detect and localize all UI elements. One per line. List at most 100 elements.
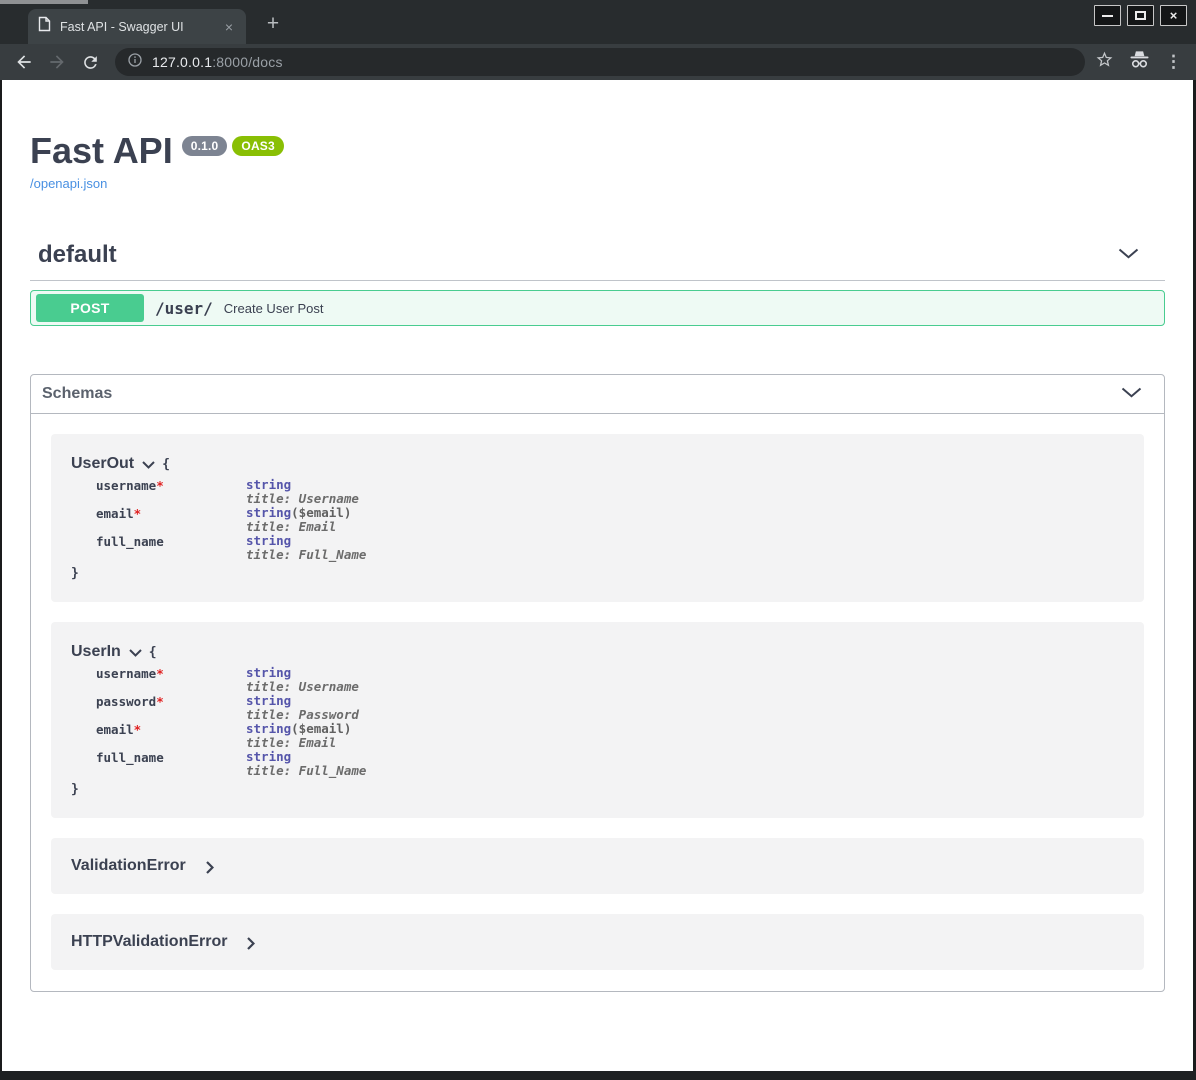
back-button[interactable]: [12, 50, 36, 74]
browser-tab[interactable]: Fast API - Swagger UI ×: [28, 9, 246, 44]
property-type: string: [246, 694, 359, 708]
tag-section-default: default POST /user/ Create User Post: [30, 241, 1165, 326]
page-favicon-icon: [38, 16, 51, 37]
operation-path: /user/: [155, 299, 213, 318]
chevron-down-icon[interactable]: [129, 644, 142, 662]
bookmark-star-icon[interactable]: [1095, 50, 1114, 74]
site-info-icon[interactable]: [127, 52, 143, 73]
chevron-down-icon[interactable]: [142, 456, 155, 474]
tag-header[interactable]: default: [30, 241, 1165, 281]
property-title: title: Username: [246, 680, 359, 694]
api-info-section: Fast API 0.1.0 OAS3 /openapi.json: [30, 130, 1165, 193]
property-type: string($email): [246, 722, 351, 736]
maximize-button[interactable]: [1127, 5, 1154, 26]
property-definition: stringtitle: Full_Name: [246, 534, 366, 562]
property-title: title: Password: [246, 708, 359, 722]
property-title: title: Username: [246, 492, 359, 506]
window-controls: ×: [1094, 5, 1187, 26]
property-type: string($email): [246, 506, 351, 520]
url-bar[interactable]: 127.0.0.1:8000/docs: [115, 48, 1085, 76]
property-title: title: Email: [246, 520, 351, 534]
property-row: username*stringtitle: Username: [96, 666, 1124, 694]
chevron-down-icon[interactable]: [1118, 246, 1139, 264]
maximize-icon: [1135, 11, 1146, 20]
model-head: UserIn{: [71, 642, 1124, 662]
post-method-button[interactable]: POST: [36, 294, 144, 322]
open-brace: {: [162, 457, 170, 472]
browser-chrome: Fast API - Swagger UI × + × 127.0.0.1:80…: [0, 0, 1196, 80]
property-type: string: [246, 478, 359, 492]
schema-model-validationerror: ValidationError: [51, 838, 1144, 894]
version-badge: 0.1.0: [182, 136, 228, 156]
property-name: username*: [96, 666, 246, 694]
property-type: string: [246, 750, 366, 764]
chevron-right-icon[interactable]: [206, 861, 214, 874]
tab-close-icon[interactable]: ×: [222, 19, 236, 35]
schemas-title: Schemas: [42, 385, 112, 403]
property-type: string: [246, 666, 359, 680]
property-name: email*: [96, 506, 246, 534]
openapi-spec-link[interactable]: /openapi.json: [30, 176, 107, 191]
model-title[interactable]: ValidationError: [71, 857, 186, 875]
property-definition: stringtitle: Username: [246, 478, 359, 506]
schema-model-userout: UserOut{username*stringtitle: Usernameem…: [51, 434, 1144, 602]
reload-button[interactable]: [78, 50, 102, 74]
property-row: password*stringtitle: Password: [96, 694, 1124, 722]
required-star: *: [134, 722, 142, 737]
schemas-section: Schemas UserOut{username*stringtitle: Us…: [30, 374, 1165, 992]
minimize-button[interactable]: [1094, 5, 1121, 26]
property-name: username*: [96, 478, 246, 506]
menu-icon[interactable]: ⋮: [1165, 52, 1182, 72]
property-format: ($email): [291, 721, 351, 736]
property-title: title: Full_Name: [246, 764, 366, 778]
chevron-right-icon[interactable]: [247, 937, 255, 950]
model-properties: username*stringtitle: Usernamepassword*s…: [96, 666, 1124, 778]
required-star: *: [134, 506, 142, 521]
new-tab-button[interactable]: +: [260, 12, 286, 38]
browser-toolbar: 127.0.0.1:8000/docs ⋮: [0, 44, 1196, 80]
schema-model-httpvalidationerror: HTTPValidationError: [51, 914, 1144, 970]
property-definition: stringtitle: Full_Name: [246, 750, 366, 778]
schema-model-userin: UserIn{username*stringtitle: Usernamepas…: [51, 622, 1144, 818]
property-title: title: Email: [246, 736, 351, 750]
toolbar-right: ⋮: [1095, 50, 1182, 74]
incognito-icon: [1128, 50, 1151, 74]
property-type: string: [246, 534, 366, 548]
required-star: *: [156, 694, 164, 709]
operation-post-user[interactable]: POST /user/ Create User Post: [30, 290, 1165, 326]
property-name: password*: [96, 694, 246, 722]
chevron-down-icon[interactable]: [1121, 385, 1142, 403]
close-brace: }: [71, 782, 79, 797]
close-button[interactable]: ×: [1160, 5, 1187, 26]
property-name: full_name: [96, 534, 246, 562]
property-format: ($email): [291, 505, 351, 520]
tab-title: Fast API - Swagger UI: [60, 20, 216, 34]
schemas-body: UserOut{username*stringtitle: Usernameem…: [31, 414, 1164, 991]
model-title[interactable]: UserIn: [71, 643, 121, 661]
required-star: *: [156, 666, 164, 681]
url-path: :8000/docs: [212, 54, 283, 70]
property-row: username*stringtitle: Username: [96, 478, 1124, 506]
model-head: UserOut {: [71, 454, 1124, 474]
forward-button[interactable]: [45, 50, 69, 74]
property-name: email*: [96, 722, 246, 750]
model-title[interactable]: HTTPValidationError: [71, 933, 227, 951]
tag-name: default: [38, 241, 117, 269]
operation-summary: Create User Post: [224, 301, 324, 316]
required-star: *: [156, 478, 164, 493]
model-properties: username*stringtitle: Usernameemail*stri…: [96, 478, 1124, 562]
titlebar: Fast API - Swagger UI × + ×: [0, 0, 1196, 44]
swagger-page: Fast API 0.1.0 OAS3 /openapi.json defaul…: [0, 80, 1196, 1071]
schemas-header[interactable]: Schemas: [31, 375, 1164, 414]
property-title: title: Full_Name: [246, 548, 366, 562]
window-bottom-border: [0, 1071, 1196, 1080]
minimize-icon: [1102, 15, 1113, 17]
property-row: email*string($email)title: Email: [96, 506, 1124, 534]
property-name: full_name: [96, 750, 246, 778]
property-definition: string($email)title: Email: [246, 506, 351, 534]
property-definition: stringtitle: Username: [246, 666, 359, 694]
property-row: full_namestringtitle: Full_Name: [96, 750, 1124, 778]
property-definition: stringtitle: Password: [246, 694, 359, 722]
model-title[interactable]: UserOut: [71, 455, 134, 473]
property-row: email*string($email)title: Email: [96, 722, 1124, 750]
